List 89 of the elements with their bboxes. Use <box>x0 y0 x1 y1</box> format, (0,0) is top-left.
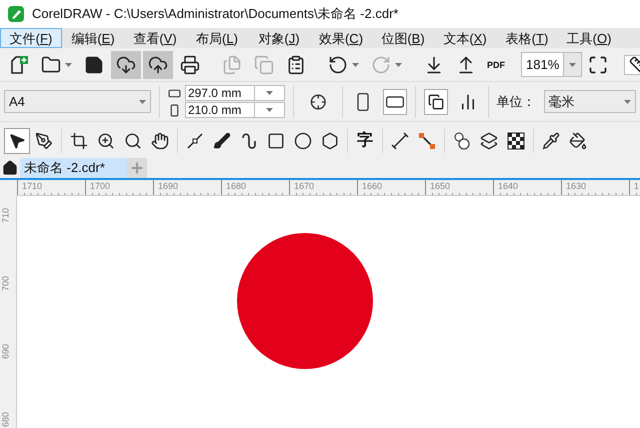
unit-label: 单位： <box>496 92 536 111</box>
menu-item[interactable]: 文件(F) <box>0 28 62 48</box>
page-size-value: A4 <box>9 92 25 111</box>
ellipse-icon <box>294 132 312 150</box>
menu-item[interactable]: 编辑(E) <box>62 28 124 48</box>
documents-icon <box>222 54 242 74</box>
dimension-line-icon <box>391 132 409 150</box>
units-value: 毫米 <box>548 92 575 111</box>
units-dropdown[interactable]: 毫米 <box>544 90 636 113</box>
clipboard-icon <box>286 54 306 74</box>
menu-item[interactable]: 对象(J) <box>248 28 310 48</box>
hexagon-icon <box>321 132 339 150</box>
zoom-value: 181% <box>525 56 560 74</box>
window-title: CorelDRAW - C:\Users\Administrator\Documents\未命名 -2.cdr* <box>32 5 398 24</box>
caret-icon <box>65 62 72 66</box>
caret-icon <box>352 62 359 66</box>
pdf-export-button[interactable]: PDF <box>483 50 509 78</box>
ruler-label: 1700 <box>90 180 110 192</box>
ruler-label: 1640 <box>498 180 518 192</box>
curve-icon <box>240 132 258 150</box>
landscape-button[interactable] <box>383 88 408 114</box>
ruler-label: 1660 <box>362 180 382 192</box>
zoom-dropdown[interactable]: 181% <box>521 52 582 77</box>
menu-item[interactable]: 工具(O) <box>558 28 620 48</box>
search-icon <box>124 132 142 150</box>
menu-item[interactable]: 效果(C) <box>310 28 372 48</box>
ruler-label: 710 <box>0 210 12 222</box>
ruler-label: 1710 <box>22 180 42 192</box>
rectangle-icon <box>267 132 285 150</box>
menu-item[interactable]: 表格(T) <box>496 28 558 48</box>
copy-icon <box>254 54 274 74</box>
connector-icon <box>418 132 436 150</box>
page-layout-button[interactable] <box>424 88 448 114</box>
folder-icon <box>41 54 61 74</box>
printer-icon <box>180 54 200 74</box>
ruler-label: 700 <box>0 278 12 290</box>
hand-icon <box>151 132 169 150</box>
tool-button[interactable] <box>4 128 30 154</box>
brush-icon <box>213 132 231 150</box>
caret-icon <box>569 62 576 66</box>
cloud-download-icon <box>116 54 136 74</box>
checkerboard-icon <box>507 132 525 150</box>
save-icon <box>84 54 104 74</box>
page-size-dropdown[interactable]: A4 <box>4 90 152 113</box>
full-screen-icon <box>588 54 608 74</box>
ruler-label: 690 <box>0 346 12 358</box>
page-width-field[interactable]: 297.0 mm <box>184 85 285 101</box>
ruler-label: 1630 <box>566 180 586 192</box>
new-document-icon <box>9 54 29 74</box>
menu-item[interactable]: 文本(X) <box>434 28 496 48</box>
width-icon <box>168 86 181 100</box>
ruler-label: 1680 <box>226 180 246 192</box>
undo-icon <box>328 54 348 74</box>
ruler-label: 680 <box>0 414 12 426</box>
caret-icon <box>266 91 273 95</box>
ruler-label: 1670 <box>294 180 314 192</box>
toolbar-button[interactable] <box>111 50 141 78</box>
document-tab[interactable]: 未命名 -2.cdr* <box>20 158 127 178</box>
menu-item[interactable]: 位图(B) <box>372 28 434 48</box>
app-logo-icon <box>8 6 24 22</box>
crop-icon <box>70 132 88 150</box>
crosshair-icon <box>310 92 326 110</box>
caret-icon <box>624 100 631 104</box>
zoom-in-icon <box>97 132 115 150</box>
ruler-label: 1 <box>634 180 640 192</box>
redo-icon <box>371 54 391 74</box>
page-height-field[interactable]: 210.0 mm <box>184 102 285 118</box>
pointer-icon <box>8 132 26 150</box>
height-icon <box>168 104 181 116</box>
home-icon <box>2 160 18 176</box>
tool-button[interactable]: 字 <box>352 128 378 154</box>
eyedropper-icon <box>542 132 560 150</box>
caret-icon <box>139 100 146 104</box>
paint-bucket-icon <box>569 132 587 150</box>
field-value: 210.0 mm <box>186 103 242 117</box>
ruler-label: 1650 <box>430 180 450 192</box>
cloud-upload-icon <box>148 54 168 74</box>
pen-icon <box>35 132 53 150</box>
pages-icon <box>428 94 444 110</box>
caret-icon <box>266 108 273 112</box>
menu-item[interactable]: 布局(L) <box>186 28 248 48</box>
blend-icon <box>453 132 471 150</box>
plus-icon <box>129 160 145 176</box>
ruler-label: 1690 <box>158 180 178 192</box>
menu-item[interactable]: 查看(V) <box>124 28 186 48</box>
field-value: 297.0 mm <box>186 86 242 100</box>
caret-icon <box>395 62 402 66</box>
toolbar-button[interactable] <box>143 50 173 78</box>
line-icon <box>186 132 204 150</box>
